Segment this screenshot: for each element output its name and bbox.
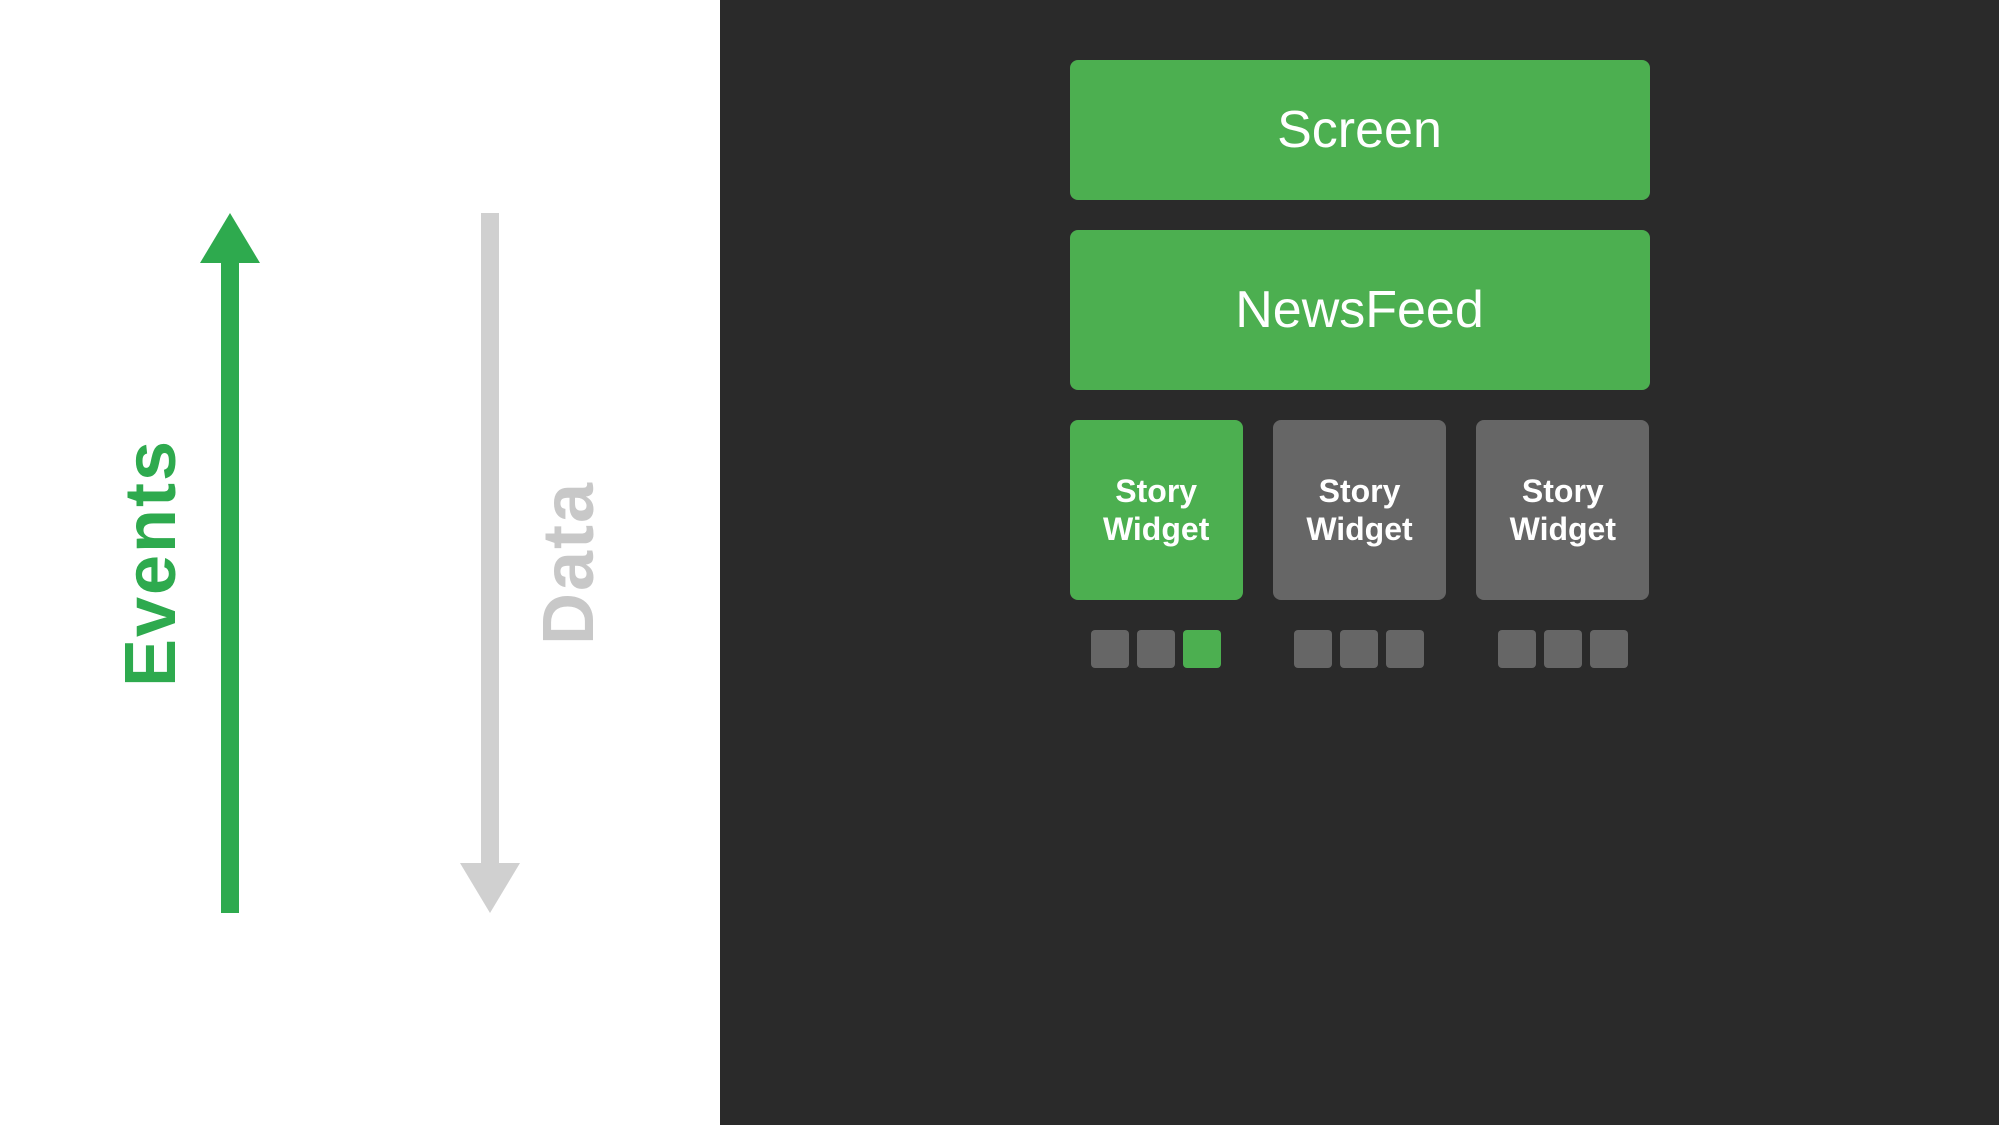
story-widget-3-label: StoryWidget — [1510, 472, 1616, 549]
dot-2-2 — [1340, 630, 1378, 668]
dots-row — [1070, 630, 1650, 668]
dot-1-3 — [1183, 630, 1221, 668]
events-arrow-up — [200, 213, 260, 913]
story-widgets-row: StoryWidget StoryWidget StoryWidget — [1070, 420, 1650, 600]
story-widget-1: StoryWidget — [1070, 420, 1243, 600]
left-panel: Events Data — [0, 0, 720, 1125]
screen-label: Screen — [1277, 100, 1442, 160]
arrow-up-shaft — [221, 263, 239, 913]
dots-group-2 — [1273, 630, 1446, 668]
dot-1-2 — [1137, 630, 1175, 668]
story-widget-2: StoryWidget — [1273, 420, 1446, 600]
dot-3-1 — [1498, 630, 1536, 668]
dots-group-3 — [1476, 630, 1649, 668]
dot-2-1 — [1294, 630, 1332, 668]
data-arrow-down — [460, 213, 520, 913]
story-widget-3: StoryWidget — [1476, 420, 1649, 600]
arrow-up-head — [200, 213, 260, 263]
right-panel: Screen NewsFeed StoryWidget StoryWidget … — [720, 0, 1999, 1125]
dot-3-2 — [1544, 630, 1582, 668]
data-label: Data — [528, 480, 610, 644]
dot-2-3 — [1386, 630, 1424, 668]
dot-1-1 — [1091, 630, 1129, 668]
arrow-down-head — [460, 863, 520, 913]
screen-box: Screen — [1070, 60, 1650, 200]
arrow-down-shaft — [481, 213, 499, 863]
story-widget-1-label: StoryWidget — [1103, 472, 1209, 549]
dot-3-3 — [1590, 630, 1628, 668]
arrows-container: Events Data — [200, 213, 520, 913]
events-label: Events — [110, 438, 192, 686]
dots-group-1 — [1070, 630, 1243, 668]
newsfeed-box: NewsFeed — [1070, 230, 1650, 390]
story-widget-2-label: StoryWidget — [1306, 472, 1412, 549]
newsfeed-label: NewsFeed — [1235, 280, 1484, 340]
